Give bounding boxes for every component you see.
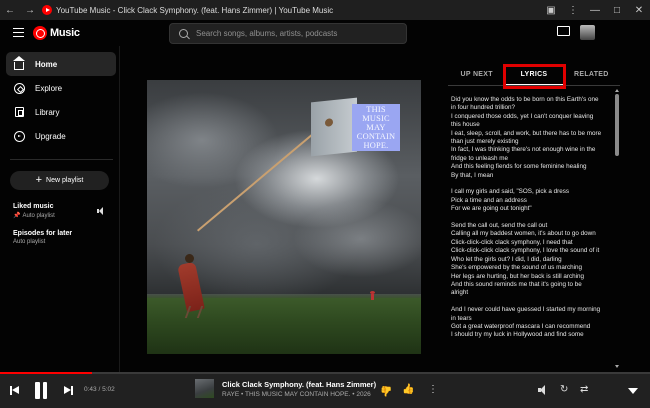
lyric-line: Pick a time and an address <box>451 196 527 204</box>
youtube-music-app-icon <box>42 5 52 15</box>
window-titlebar: ← → YouTube Music - Click Clack Symphony… <box>0 0 650 20</box>
lyrics-tab-highlight <box>503 64 566 89</box>
lyric-line: And this feeling fiends for some feminin… <box>451 163 587 171</box>
avatar[interactable] <box>580 25 595 40</box>
lyric-line: Did you know the odds to be born on this… <box>451 96 599 103</box>
art-book <box>311 97 357 157</box>
youtube-music-logo-icon <box>33 26 47 40</box>
lyrics-scrollbar[interactable] <box>615 94 619 156</box>
lyric-line <box>451 298 616 306</box>
song-title[interactable]: Click Clack Symphony. (feat. Hans Zimmer… <box>222 380 376 389</box>
lyric-line: fridge to unleash me <box>451 154 509 162</box>
sidebar-item-label: Upgrade <box>35 131 66 141</box>
lyric-line: In fact, I was thinking there's not enou… <box>451 146 596 154</box>
now-playing-speaker-icon <box>97 207 105 215</box>
pause-icon[interactable] <box>34 382 48 399</box>
lyric-line <box>451 214 616 222</box>
explore-icon <box>13 82 25 94</box>
more-vert-icon[interactable]: ⋮ <box>428 384 438 395</box>
sidebar-item-upgrade[interactable]: Upgrade <box>6 124 116 148</box>
lyric-line: I should try my luck in Hollywood and fi… <box>451 331 584 339</box>
search-placeholder: Search songs, albums, artists, podcasts <box>196 29 338 38</box>
repeat-icon[interactable]: ↻ <box>560 384 568 395</box>
lyric-line: in tears <box>451 314 472 322</box>
maximize-icon[interactable]: □ <box>606 0 628 20</box>
back-arrow-icon[interactable]: ← <box>0 0 20 20</box>
lyric-line: And I never could have guessed I started… <box>451 306 601 314</box>
search-input[interactable]: Search songs, albums, artists, podcasts <box>169 23 407 44</box>
lyric-line: Calling all my baddest women, it's about… <box>451 230 596 238</box>
more-options-icon[interactable]: ⋮ <box>562 0 584 20</box>
lyric-line: And this sound reminds me that it's goin… <box>451 280 582 288</box>
lyric-line: She's empowered by the sound of us march… <box>451 264 583 272</box>
scroll-down-icon[interactable] <box>615 365 619 368</box>
dislike-icon[interactable]: 👍 <box>380 385 392 396</box>
scroll-up-icon[interactable] <box>615 89 619 92</box>
lyric-line: I conquered those odds, yet I can't conq… <box>451 112 594 120</box>
lyric-line: Her legs are hurting, but her back is st… <box>451 272 584 280</box>
search-icon <box>179 29 188 38</box>
sidebar-item-explore[interactable]: Explore <box>6 76 116 100</box>
sidebar-item-library[interactable]: Library <box>6 100 116 124</box>
sidebar-item-label: Library <box>35 107 60 117</box>
lyric-line: Send the call out, send the call out <box>451 222 548 230</box>
playlist-title: Episodes for later <box>13 230 73 237</box>
sidebar-item-label: Home <box>35 59 58 69</box>
lyrics-panel: Did you know the odds to be born on this… <box>451 96 616 369</box>
art-sign-text: THIS MUSIC MAY CONTAIN HOPE. <box>352 104 400 151</box>
player-bar: 0:43 / 5:02 Click Clack Symphony. (feat.… <box>0 374 650 408</box>
lyric-line: I call my girls and said, "SOS, pick a d… <box>451 188 570 196</box>
plus-icon: + <box>35 174 43 186</box>
lyric-line: I eat, sleep, scroll, and work, but ther… <box>451 129 602 137</box>
close-icon[interactable]: ✕ <box>628 0 650 20</box>
sidebar-divider <box>10 159 113 160</box>
brand-name: Music <box>50 27 80 39</box>
top-bar: Music Search songs, albums, artists, pod… <box>0 20 650 46</box>
lyric-line: than just merely existing <box>451 138 519 146</box>
forward-arrow-icon[interactable]: → <box>20 0 40 20</box>
extensions-icon[interactable]: ▣ <box>540 0 562 20</box>
art-figure-head <box>185 254 194 263</box>
brand-logo[interactable]: Music <box>33 26 80 40</box>
lyric-line: Who let the girls out? I did, I did, dar… <box>451 255 562 263</box>
menu-icon[interactable] <box>13 28 24 37</box>
volume-icon[interactable] <box>538 385 548 395</box>
previous-icon[interactable] <box>10 386 20 395</box>
art-distant-figure <box>370 291 375 300</box>
playlist-subtitle: Auto playlist <box>13 239 46 245</box>
upgrade-icon <box>13 130 25 142</box>
library-icon <box>14 107 24 117</box>
sidebar: Home Explore Library Upgrade + New playl… <box>0 46 120 374</box>
like-icon[interactable]: 👍 <box>402 384 414 395</box>
lyric-line: Click-click-click clack symphony, I love… <box>451 247 600 255</box>
lyric-line: alright <box>451 289 469 297</box>
album-art: THIS MUSIC MAY CONTAIN HOPE. <box>147 80 421 354</box>
expand-icon[interactable] <box>628 388 638 394</box>
lyric-line: By that, I mean <box>451 171 494 179</box>
lyric-line: For we are going out tonight" <box>451 205 532 213</box>
lyric-line: in four hundred trillion? <box>451 104 516 112</box>
new-playlist-button[interactable]: + New playlist <box>10 171 109 190</box>
pin-icon: 📌 <box>13 213 21 219</box>
next-icon[interactable] <box>64 386 74 395</box>
playlist-subtitle: Auto playlist <box>22 212 55 219</box>
song-meta[interactable]: RAYE • THIS MUSIC MAY CONTAIN HOPE. • 20… <box>222 391 371 398</box>
playback-time: 0:43 / 5:02 <box>84 386 115 393</box>
lyric-line <box>451 180 616 188</box>
home-icon <box>13 55 25 70</box>
window-title: YouTube Music - Click Clack Symphony. (f… <box>56 5 334 15</box>
new-playlist-label: New playlist <box>46 177 84 184</box>
cast-icon[interactable] <box>557 26 570 36</box>
tab-up-next[interactable]: UP NEXT <box>448 64 505 85</box>
sidebar-item-label: Explore <box>35 83 63 93</box>
shuffle-icon[interactable]: ⇄ <box>580 384 588 395</box>
sidebar-item-home[interactable]: Home <box>6 52 116 76</box>
lyric-line: this house <box>451 121 480 129</box>
lyric-line: Click-click-click clack symphony, I need… <box>451 238 573 246</box>
playlist-episodes-for-later[interactable]: Episodes for later Auto playlist <box>13 230 113 245</box>
tab-related[interactable]: RELATED <box>563 64 620 85</box>
minimize-icon[interactable]: — <box>584 0 606 20</box>
now-playing-thumbnail[interactable] <box>195 379 214 398</box>
lyric-line: Got a great waterproof mascara I can rec… <box>451 322 591 330</box>
